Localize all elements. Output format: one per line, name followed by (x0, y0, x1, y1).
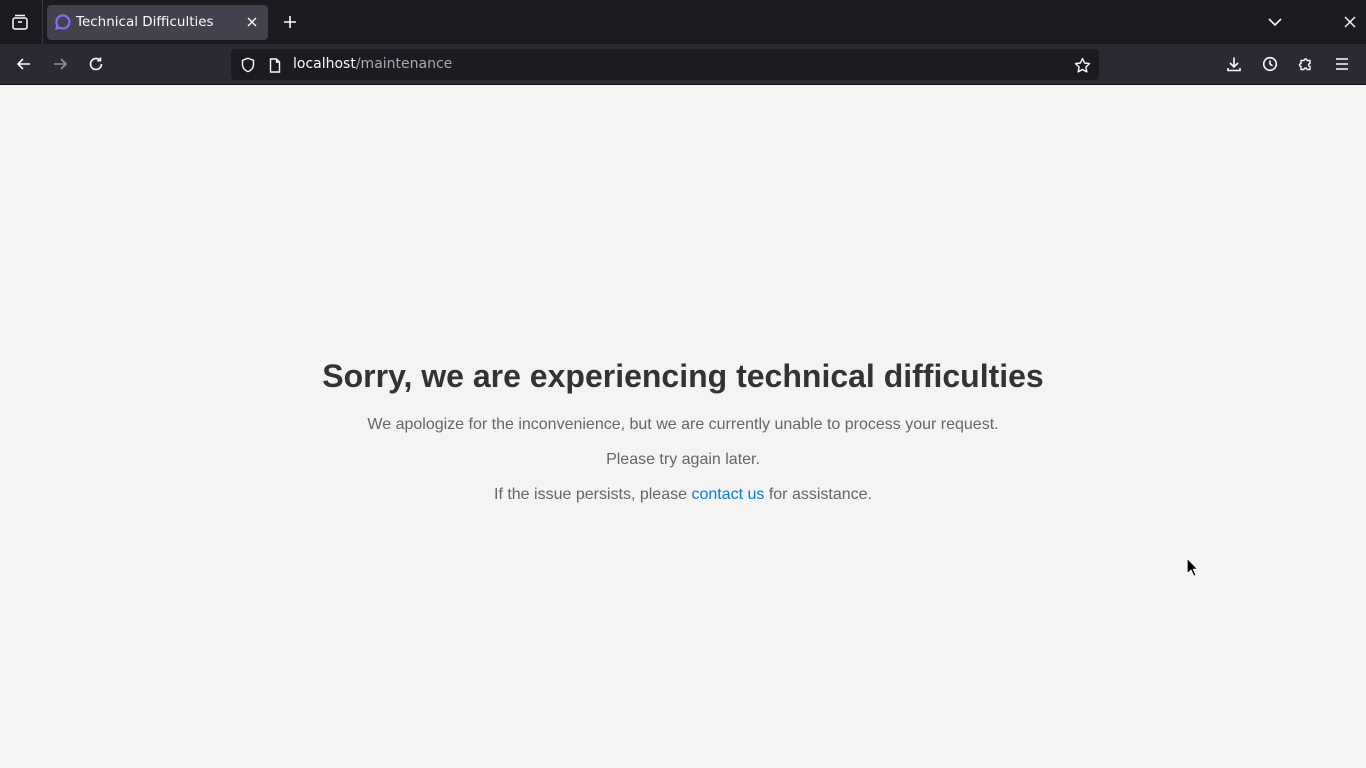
navigation-toolbar: localhost/maintenance (0, 44, 1366, 85)
arrow-left-icon[interactable] (8, 48, 40, 80)
contact-text-before: If the issue persists, please (494, 486, 692, 503)
page-icon[interactable] (266, 55, 284, 75)
tab-manager-icon[interactable] (2, 6, 38, 38)
shield-icon[interactable] (238, 55, 258, 75)
chat-bubble-icon (54, 14, 71, 31)
chevron-down-icon[interactable] (1260, 8, 1290, 36)
tab-bar: Technical Difficulties (0, 0, 1366, 44)
hamburger-menu-icon[interactable] (1327, 48, 1357, 80)
page-title: Sorry, we are experiencing technical dif… (322, 358, 1044, 394)
tab-title: Technical Difficulties (76, 14, 214, 30)
url-bar[interactable]: localhost/maintenance (231, 49, 1099, 80)
apology-text: We apologize for the inconvenience, but … (367, 416, 999, 433)
download-icon[interactable] (1219, 48, 1249, 80)
url-path: /maintenance (355, 56, 453, 72)
reload-icon[interactable] (80, 48, 112, 80)
close-icon[interactable] (1336, 8, 1364, 36)
contact-text: If the issue persists, please contact us… (0, 486, 1366, 504)
close-tab-icon[interactable] (242, 12, 262, 32)
tab-separator (42, 0, 43, 44)
contact-text-after: for assistance. (764, 486, 872, 503)
mouse-cursor-icon (1186, 557, 1200, 579)
clock-icon[interactable] (1255, 48, 1285, 80)
puzzle-icon[interactable] (1291, 48, 1321, 80)
plus-icon[interactable] (276, 8, 304, 36)
page-content: Sorry, we are experiencing technical dif… (0, 86, 1366, 768)
url-text[interactable]: localhost/maintenance (293, 56, 452, 72)
tab-active[interactable]: Technical Difficulties (47, 5, 268, 40)
retry-text: Please try again later. (606, 451, 760, 468)
star-icon[interactable] (1071, 54, 1093, 76)
arrow-right-icon[interactable] (44, 48, 76, 80)
url-host: localhost (293, 56, 356, 72)
contact-us-link[interactable]: contact us (691, 486, 764, 503)
